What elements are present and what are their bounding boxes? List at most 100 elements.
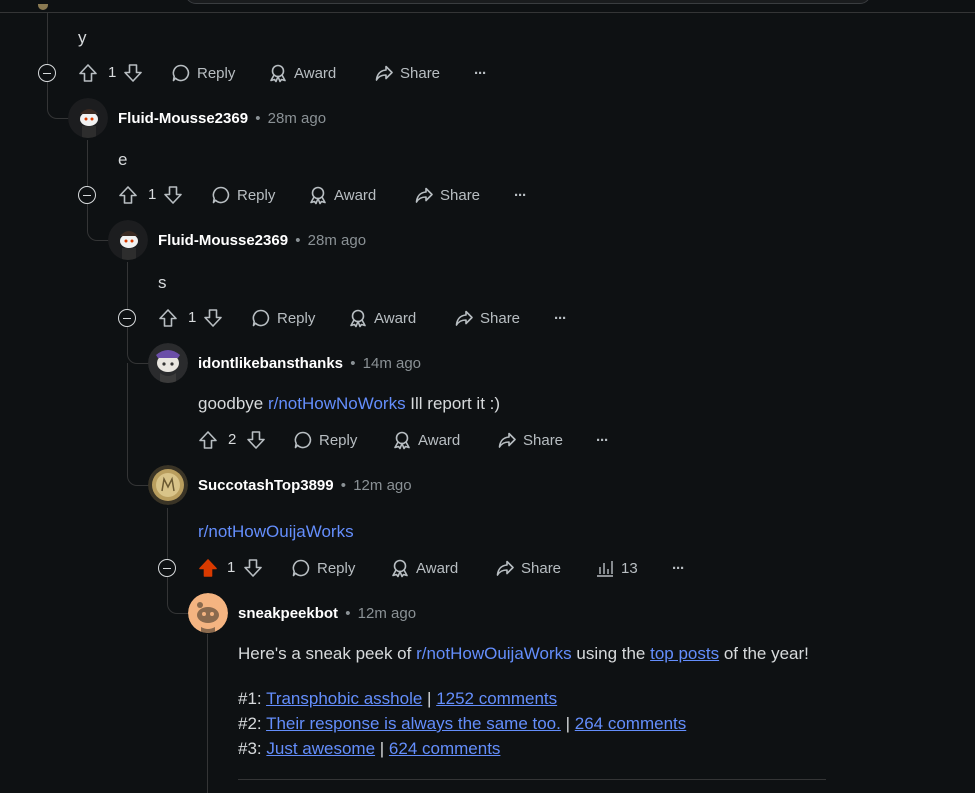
reply-button[interactable]: Reply bbox=[291, 556, 355, 580]
post-separator: | bbox=[560, 714, 575, 733]
downvote-icon bbox=[247, 431, 265, 449]
more-icon[interactable]: ··· bbox=[514, 183, 527, 207]
downvote-icon bbox=[204, 309, 222, 327]
award-button[interactable]: Award bbox=[268, 61, 336, 85]
thread-line[interactable] bbox=[127, 363, 150, 486]
avatar[interactable] bbox=[148, 465, 188, 505]
upvote-button[interactable] bbox=[198, 428, 218, 452]
collapse-icon[interactable] bbox=[78, 186, 96, 204]
award-button[interactable]: Award bbox=[390, 556, 458, 580]
reply-button[interactable]: Reply bbox=[171, 61, 235, 85]
downvote-button[interactable] bbox=[246, 428, 266, 452]
upvote-button[interactable] bbox=[158, 306, 178, 330]
comment-actions: 1 Reply Award Share ··· bbox=[118, 183, 538, 207]
award-button[interactable]: Award bbox=[308, 183, 376, 207]
more-icon[interactable]: ··· bbox=[554, 306, 567, 330]
comment-actions: 2 Reply Award Share ··· bbox=[198, 428, 618, 452]
thread-line[interactable] bbox=[127, 262, 128, 309]
timestamp[interactable]: 14m ago bbox=[363, 355, 421, 372]
thread-line[interactable] bbox=[167, 508, 168, 559]
subreddit-link[interactable]: r/notHowNoWorks bbox=[268, 394, 406, 413]
downvote-button[interactable] bbox=[243, 556, 263, 580]
timestamp[interactable]: 12m ago bbox=[353, 477, 411, 494]
top-posts-link[interactable]: top posts bbox=[650, 644, 719, 663]
comment-meta: sneakpeekbot • 12m ago bbox=[238, 605, 416, 622]
downvote-button[interactable] bbox=[123, 61, 143, 85]
share-button[interactable]: Share bbox=[414, 183, 480, 207]
thread-line[interactable] bbox=[127, 327, 150, 364]
more-icon[interactable]: ··· bbox=[474, 61, 487, 85]
upvote-button[interactable] bbox=[198, 556, 218, 580]
share-label: Share bbox=[521, 559, 562, 577]
share-button[interactable]: Share bbox=[497, 428, 563, 452]
reply-button[interactable]: Reply bbox=[293, 428, 357, 452]
insights-button[interactable]: 13 bbox=[595, 556, 638, 580]
author-link[interactable]: sneakpeekbot bbox=[238, 605, 338, 622]
upvote-button[interactable] bbox=[78, 61, 98, 85]
share-label: Share bbox=[440, 186, 481, 204]
timestamp[interactable]: 28m ago bbox=[268, 110, 326, 127]
vote-count: 1 bbox=[188, 309, 197, 326]
more-icon[interactable]: ··· bbox=[672, 556, 685, 580]
upvote-button[interactable] bbox=[118, 183, 138, 207]
thread-line[interactable] bbox=[207, 634, 208, 793]
more-icon[interactable]: ··· bbox=[596, 428, 609, 452]
thread-line[interactable] bbox=[47, 13, 48, 64]
comment-meta: Fluid-Mousse2369 • 28m ago bbox=[118, 110, 326, 127]
downvote-button[interactable] bbox=[163, 183, 183, 207]
downvote-icon bbox=[164, 186, 182, 204]
post-rank: #1: bbox=[238, 689, 262, 708]
reply-label: Reply bbox=[197, 64, 236, 82]
meta-separator: • bbox=[345, 605, 351, 622]
comment-body: goodbye r/notHowNoWorks Ill report it :) bbox=[198, 394, 500, 414]
meta-separator: • bbox=[255, 110, 261, 127]
author-link[interactable]: Fluid-Mousse2369 bbox=[118, 110, 248, 127]
author-link[interactable]: Fluid-Mousse2369 bbox=[158, 232, 288, 249]
subreddit-link[interactable]: r/notHowOuijaWorks bbox=[198, 522, 354, 541]
avatar[interactable] bbox=[108, 220, 148, 260]
post-comments-link[interactable]: 624 comments bbox=[389, 739, 501, 758]
body-text-post: Ill report it :) bbox=[405, 394, 501, 413]
subreddit-link[interactable]: r/notHowOuijaWorks bbox=[416, 644, 572, 663]
post-title-link[interactable]: Their response is always the same too. bbox=[266, 714, 561, 733]
award-button[interactable]: Award bbox=[348, 306, 416, 330]
timestamp[interactable]: 12m ago bbox=[358, 605, 416, 622]
meta-separator: • bbox=[350, 355, 356, 372]
collapse-icon[interactable] bbox=[118, 309, 136, 327]
collapse-icon[interactable] bbox=[38, 64, 56, 82]
downvote-button[interactable] bbox=[203, 306, 223, 330]
award-icon bbox=[270, 64, 286, 83]
avatar[interactable] bbox=[68, 98, 108, 138]
thread-line[interactable] bbox=[87, 204, 110, 241]
reply-label: Reply bbox=[277, 309, 316, 327]
avatar[interactable] bbox=[188, 593, 228, 633]
list-item: #1: Transphobic asshole | 1252 comments bbox=[238, 689, 557, 709]
upvote-icon bbox=[119, 186, 137, 204]
reply-icon bbox=[212, 186, 230, 204]
snoo-avatar-image bbox=[68, 98, 108, 138]
timestamp[interactable]: 28m ago bbox=[308, 232, 366, 249]
author-link[interactable]: SuccotashTop3899 bbox=[198, 477, 334, 494]
share-button[interactable]: Share bbox=[454, 306, 520, 330]
post-title-link[interactable]: Transphobic asshole bbox=[266, 689, 422, 708]
thread-line[interactable] bbox=[47, 82, 70, 119]
post-comments-link[interactable]: 264 comments bbox=[575, 714, 687, 733]
reply-button[interactable]: Reply bbox=[211, 183, 275, 207]
snoo-avatar-image bbox=[108, 220, 148, 260]
post-title-link[interactable]: Just awesome bbox=[266, 739, 375, 758]
reply-button[interactable]: Reply bbox=[251, 306, 315, 330]
thread-line[interactable] bbox=[167, 577, 190, 614]
insights-icon bbox=[597, 561, 613, 577]
award-button[interactable]: Award bbox=[392, 428, 460, 452]
comment-meta: idontlikebansthanks • 14m ago bbox=[198, 355, 421, 372]
collapse-icon[interactable] bbox=[158, 559, 176, 577]
thread-line[interactable] bbox=[87, 140, 88, 186]
share-button[interactable]: Share bbox=[374, 61, 440, 85]
avatar[interactable] bbox=[148, 343, 188, 383]
post-comments-link[interactable]: 1252 comments bbox=[436, 689, 557, 708]
award-icon bbox=[394, 431, 410, 450]
reply-icon bbox=[252, 309, 270, 327]
share-button[interactable]: Share bbox=[495, 556, 561, 580]
search-bar[interactable] bbox=[185, 0, 871, 4]
author-link[interactable]: idontlikebansthanks bbox=[198, 355, 343, 372]
